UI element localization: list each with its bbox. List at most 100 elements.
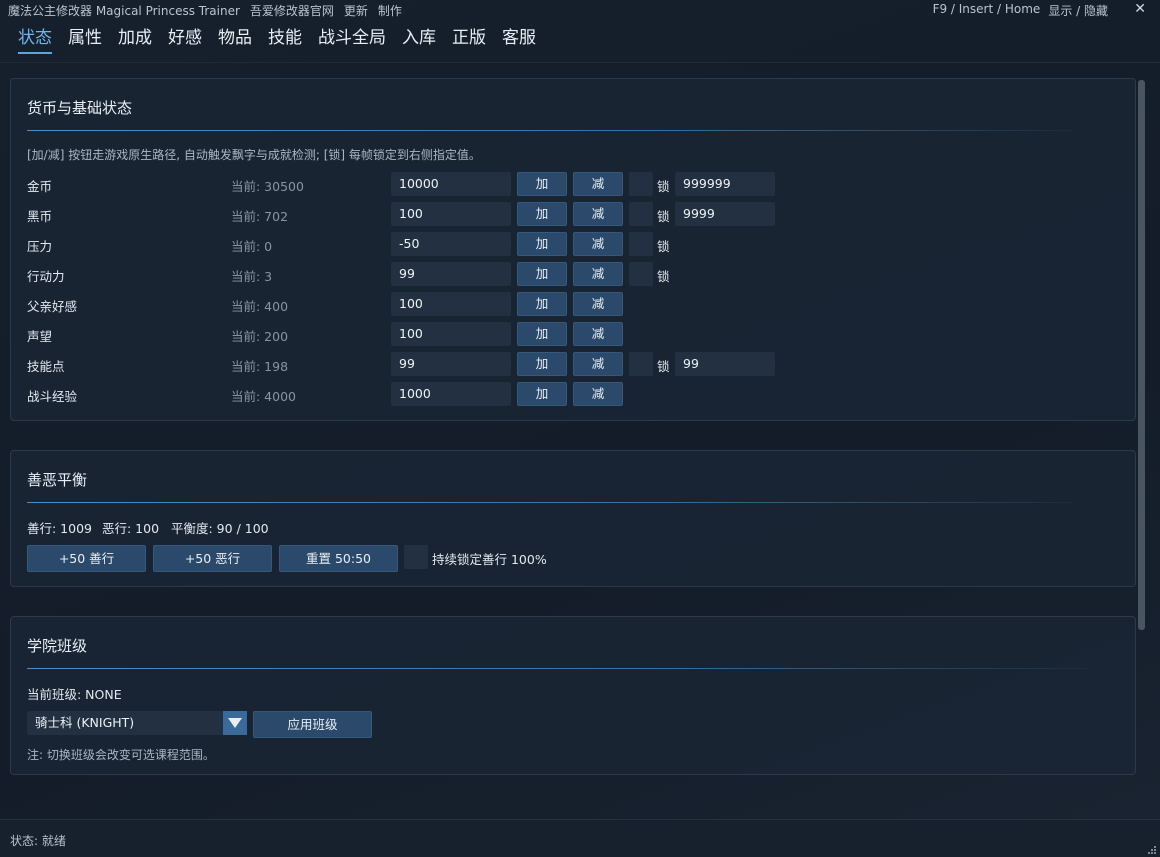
row-subtract-button[interactable]: 减	[573, 232, 623, 256]
row-add-button[interactable]: 加	[517, 262, 567, 286]
app-title: 魔法公主修改器 Magical Princess Trainer	[8, 3, 240, 18]
tab-bonus[interactable]: 加成	[118, 26, 152, 54]
tab-storage[interactable]: 入库	[402, 26, 436, 54]
row-current-value: 当前: 0	[231, 239, 273, 254]
row-current-value: 当前: 702	[231, 209, 289, 224]
row-add-button[interactable]: 加	[517, 322, 567, 346]
add-good-button[interactable]: +50 善行	[27, 545, 146, 572]
row-amount-input[interactable]: 100	[391, 322, 511, 346]
row-amount-input[interactable]: 1000	[391, 382, 511, 406]
menu-credits[interactable]: 制作	[378, 2, 402, 19]
currency-row: 行动力 当前: 3 99 加 减 锁	[27, 262, 1127, 286]
row-current-value: 当前: 200	[231, 329, 289, 344]
row-amount-input[interactable]: 99	[391, 352, 511, 376]
dropdown-arrow-icon[interactable]	[223, 711, 247, 735]
row-label: 行动力	[27, 269, 65, 284]
toggle-visibility-link[interactable]: 显示 / 隐藏	[1048, 2, 1108, 19]
row-current-value: 当前: 30500	[231, 179, 304, 194]
row-amount-input[interactable]: 100	[391, 292, 511, 316]
main-tabs: 状态 属性 加成 好感 物品 技能 战斗全局 入库 正版 客服	[18, 26, 552, 56]
row-lock-checkbox[interactable]	[629, 172, 653, 196]
row-subtract-button[interactable]: 减	[573, 172, 623, 196]
apply-class-button[interactable]: 应用班级	[253, 711, 372, 738]
menu-official-site[interactable]: 吾爱修改器官网	[250, 2, 334, 19]
row-subtract-button[interactable]: 减	[573, 382, 623, 406]
karma-title: 善恶平衡	[27, 471, 88, 489]
vertical-scrollbar[interactable]	[1138, 80, 1145, 630]
row-label: 黑币	[27, 209, 53, 224]
class-select[interactable]: 骑士科 (KNIGHT)	[27, 711, 247, 735]
row-amount-input[interactable]: 100	[391, 202, 511, 226]
lock-good-label: 持续锁定善行 100%	[432, 552, 547, 567]
row-subtract-button[interactable]: 减	[573, 352, 623, 376]
academy-card: 学院班级 当前班级: NONE 骑士科 (KNIGHT) 应用班级 注: 切换班…	[10, 616, 1136, 775]
row-lock-checkbox[interactable]	[629, 262, 653, 286]
tab-attributes[interactable]: 属性	[68, 26, 102, 54]
add-evil-button[interactable]: +50 恶行	[153, 545, 272, 572]
row-lock-value-input[interactable]: 9999	[675, 202, 775, 226]
academy-divider	[27, 668, 1087, 669]
karma-card: 善恶平衡 善行: 1009 恶行: 100 平衡度: 90 / 100 +50 …	[10, 450, 1136, 587]
row-lock-label: 锁	[657, 269, 670, 284]
row-label: 技能点	[27, 359, 65, 374]
row-subtract-button[interactable]: 减	[573, 202, 623, 226]
row-lock-value-input[interactable]: 999999	[675, 172, 775, 196]
row-current-value: 当前: 400	[231, 299, 289, 314]
row-lock-label: 锁	[657, 179, 670, 194]
row-add-button[interactable]: 加	[517, 382, 567, 406]
tab-status[interactable]: 状态	[18, 26, 52, 54]
evil-deeds-value: 恶行: 100	[102, 521, 160, 536]
academy-note: 注: 切换班级会改变可选课程范围。	[27, 748, 215, 762]
row-add-button[interactable]: 加	[517, 202, 567, 226]
tab-genuine[interactable]: 正版	[452, 26, 486, 54]
title-bar: 魔法公主修改器 Magical Princess Trainer 吾爱修改器官网…	[0, 0, 1160, 20]
row-current-value: 当前: 3	[231, 269, 273, 284]
row-amount-input[interactable]: 10000	[391, 172, 511, 196]
menu-update[interactable]: 更新	[344, 2, 368, 19]
currency-row: 金币 当前: 30500 10000 加 减 锁 999999	[27, 172, 1127, 196]
row-lock-value-input[interactable]: 99	[675, 352, 775, 376]
currency-row: 黑币 当前: 702 100 加 减 锁 9999	[27, 202, 1127, 226]
status-text: 状态: 就绪	[10, 834, 66, 848]
academy-title: 学院班级	[27, 637, 88, 655]
row-label: 压力	[27, 239, 53, 254]
tab-battle-global[interactable]: 战斗全局	[318, 26, 386, 54]
currency-note: [加/减] 按钮走游戏原生路径, 自动触发飘字与成就检测; [锁] 每帧锁定到右…	[27, 148, 481, 162]
close-icon[interactable]: ✕	[1134, 1, 1146, 17]
row-lock-label: 锁	[657, 239, 670, 254]
row-label: 战斗经验	[27, 389, 78, 404]
row-lock-label: 锁	[657, 209, 670, 224]
row-current-value: 当前: 198	[231, 359, 289, 374]
currency-title: 货币与基础状态	[27, 99, 133, 117]
row-label: 父亲好感	[27, 299, 78, 314]
row-lock-checkbox[interactable]	[629, 232, 653, 256]
currency-row: 战斗经验 当前: 4000 1000 加 减	[27, 382, 1127, 406]
row-lock-checkbox[interactable]	[629, 352, 653, 376]
row-add-button[interactable]: 加	[517, 232, 567, 256]
row-lock-checkbox[interactable]	[629, 202, 653, 226]
tabs-divider	[0, 62, 1160, 63]
row-label: 声望	[27, 329, 53, 344]
row-subtract-button[interactable]: 减	[573, 322, 623, 346]
tab-skills[interactable]: 技能	[268, 26, 302, 54]
row-add-button[interactable]: 加	[517, 352, 567, 376]
tab-support[interactable]: 客服	[502, 26, 536, 54]
currency-divider	[27, 130, 1072, 131]
row-subtract-button[interactable]: 减	[573, 292, 623, 316]
tab-affection[interactable]: 好感	[168, 26, 202, 54]
currency-row: 声望 当前: 200 100 加 减	[27, 322, 1127, 346]
row-add-button[interactable]: 加	[517, 292, 567, 316]
tab-items[interactable]: 物品	[218, 26, 252, 54]
row-add-button[interactable]: 加	[517, 172, 567, 196]
reset-balance-button[interactable]: 重置 50:50	[279, 545, 398, 572]
row-subtract-button[interactable]: 减	[573, 262, 623, 286]
hotkey-hint: F9 / Insert / Home	[932, 2, 1041, 16]
row-amount-input[interactable]: -50	[391, 232, 511, 256]
lock-good-checkbox[interactable]	[404, 545, 428, 569]
balance-value: 平衡度: 90 / 100	[171, 521, 269, 536]
resize-grip-icon[interactable]	[1146, 844, 1156, 854]
row-amount-input[interactable]: 99	[391, 262, 511, 286]
currency-row: 压力 当前: 0 -50 加 减 锁	[27, 232, 1127, 256]
row-current-value: 当前: 4000	[231, 389, 296, 404]
karma-divider	[27, 502, 1072, 503]
